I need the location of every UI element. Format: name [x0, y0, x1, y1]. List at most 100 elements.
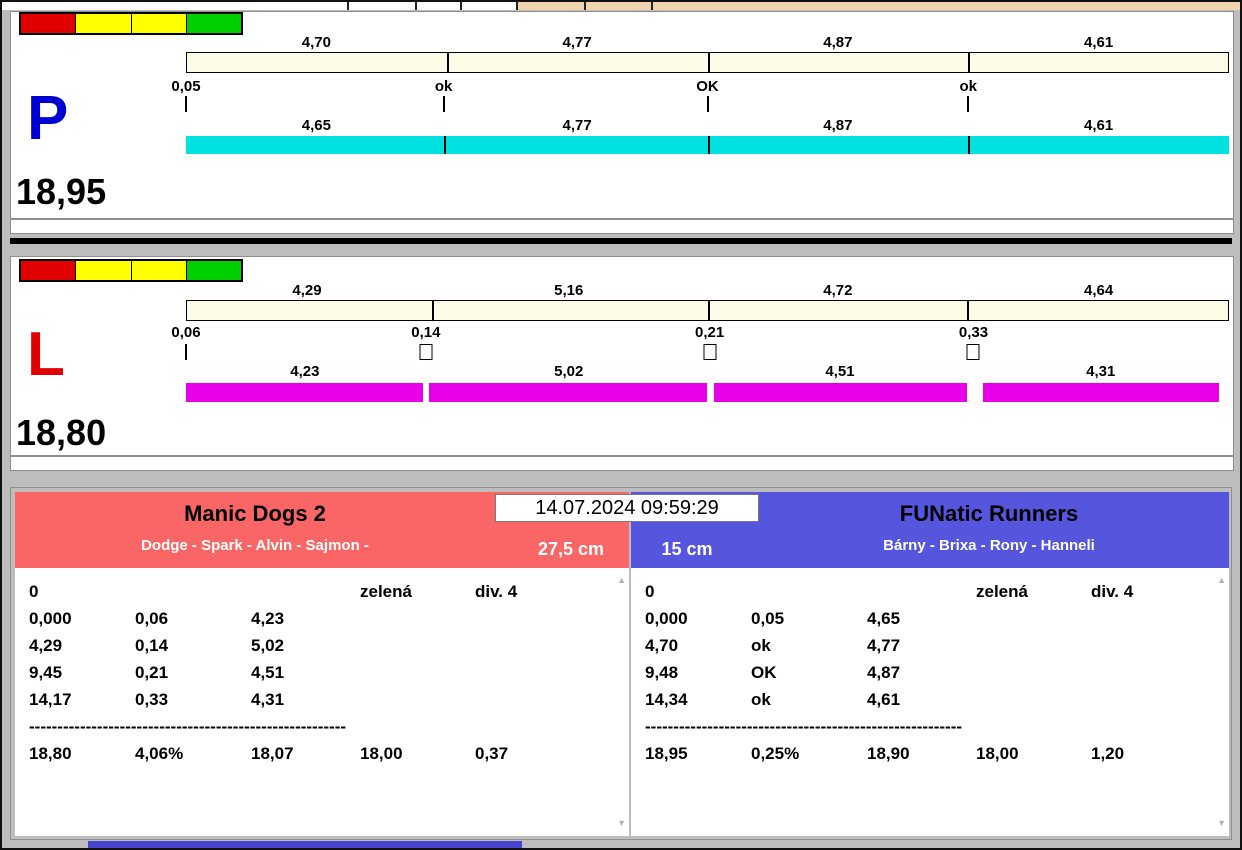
split-time-label: 4,65 — [301, 117, 331, 134]
lane-p-status-strip — [10, 219, 1234, 234]
lane-p-tick-marks — [185, 96, 1229, 113]
team-left-name: Manic Dogs 2 — [184, 501, 326, 526]
lane-l-bottom-split-labels: 4,23 5,02 4,51 4,31 — [186, 363, 1229, 380]
table-row: 14,17 0,33 4,31 — [15, 690, 629, 714]
dog-time: 4,77 — [867, 636, 901, 655]
checkbox-marker[interactable] — [419, 344, 433, 360]
table-row: 0 zelená div. 4 — [631, 582, 1229, 606]
light-yellow-1 — [76, 14, 131, 33]
split-time-label: 5,02 — [554, 363, 584, 380]
table-row: 0 zelená div. 4 — [15, 582, 629, 606]
table-row: 14,34 ok 4,61 — [631, 690, 1229, 714]
net-time: 18,07 — [251, 744, 294, 763]
split-time-label: 4,70 — [301, 34, 331, 51]
lane-p-bottom-split-labels: 4,65 4,77 4,87 4,61 — [186, 117, 1229, 134]
team-left-members: Dodge - Spark - Alvin - Sajmon - — [141, 537, 369, 554]
bar-divider — [707, 301, 710, 320]
table-row: 0,000 0,05 4,65 — [631, 609, 1229, 633]
lane-l-marker-labels: 0,06 0,14 0,21 0,33 — [171, 324, 1229, 341]
lane-l-total-time: 18,80 — [16, 412, 107, 453]
split-time-label: 4,64 — [1084, 282, 1114, 299]
cumulative-time: 9,45 — [29, 663, 63, 682]
lane-l-reference-bar — [186, 300, 1229, 321]
dog-time: 4,87 — [867, 663, 901, 682]
change-time: 0,05 — [751, 609, 785, 628]
light-red — [21, 14, 76, 33]
scroll-down-icon[interactable]: ▼ — [617, 819, 626, 828]
tick-mark — [706, 96, 709, 112]
dog-time: 4,61 — [867, 690, 901, 709]
table-row: 4,70 ok 4,77 — [631, 636, 1229, 660]
window-edge-tick — [347, 2, 349, 10]
tick-mark — [442, 96, 445, 112]
window-edge-tick — [584, 2, 586, 10]
marker-label: OK — [696, 78, 719, 95]
total-time: 18,95 — [645, 744, 688, 763]
light-yellow-2 — [131, 14, 186, 33]
split-time-label: 4,87 — [823, 117, 853, 134]
lane-divider — [10, 238, 1232, 244]
lane-p-reference-bar — [186, 52, 1229, 73]
change-time: 0,14 — [135, 636, 169, 655]
timestamp: 14.07.2024 09:59:29 — [495, 494, 759, 522]
marker-label: 0,06 — [171, 324, 201, 341]
change-time: ok — [751, 690, 771, 709]
time-diff: 0,37 — [475, 744, 509, 763]
division: div. 4 — [1091, 582, 1134, 601]
separator-row: ----------------------------------------… — [631, 717, 1229, 741]
separator-dashes: ----------------------------------------… — [29, 717, 347, 736]
light-red — [21, 261, 76, 280]
cumulative-time: 14,34 — [645, 690, 688, 709]
time-diff: 1,20 — [1091, 744, 1125, 763]
time-bar-segment — [713, 383, 968, 402]
start-lights-l — [19, 259, 243, 282]
bar-divider — [968, 136, 971, 154]
cumulative-time: 4,29 — [29, 636, 63, 655]
bar-divider — [967, 53, 970, 72]
split-time-label: 4,77 — [562, 117, 592, 134]
marker-label: 0,33 — [958, 324, 989, 341]
run-number: 0 — [29, 582, 39, 601]
dog-time: 5,02 — [251, 636, 285, 655]
window-edge-tick — [460, 2, 462, 10]
split-time-label: 4,29 — [292, 282, 322, 299]
checkbox-marker[interactable] — [703, 344, 717, 360]
time-bar-segment — [429, 383, 708, 402]
lane-p-top-split-labels: 4,70 4,77 4,87 4,61 — [186, 34, 1229, 51]
results-panel: Manic Dogs 2 Dodge - Spark - Alvin - Saj… — [10, 487, 1232, 840]
separator-dashes: ----------------------------------------… — [645, 717, 963, 736]
lane-p-letter: P — [27, 84, 69, 153]
light-green — [186, 261, 241, 280]
lane-p-total-time: 18,95 — [16, 171, 107, 212]
background-window-strip — [2, 2, 1240, 10]
cumulative-time: 0,000 — [29, 609, 72, 628]
cumulative-time: 0,000 — [645, 609, 688, 628]
dog-time: 4,51 — [251, 663, 285, 682]
tick-mark — [185, 344, 187, 360]
checkbox-marker[interactable] — [966, 344, 980, 360]
summary-row: 18,95 0,25% 18,90 18,00 1,20 — [631, 744, 1229, 768]
team-left-results-table[interactable]: 0 zelená div. 4 0,000 0,06 4,23 4,29 0,1… — [15, 568, 629, 836]
window-edge-tick — [516, 2, 518, 10]
time-bar-segment — [186, 383, 423, 402]
marker-label: ok — [434, 78, 453, 95]
percent-diff: 0,25% — [751, 744, 800, 763]
background-window-area — [516, 2, 1240, 10]
cumulative-time: 14,17 — [29, 690, 72, 709]
table-row: 0,000 0,06 4,23 — [15, 609, 629, 633]
split-time-label: 4,87 — [823, 34, 853, 51]
tick-mark — [185, 96, 187, 112]
start-lights-p — [19, 12, 243, 35]
scroll-up-icon[interactable]: ▲ — [617, 576, 626, 585]
split-time-label: 4,23 — [290, 363, 320, 380]
window-edge-tick — [415, 2, 417, 10]
scroll-up-icon[interactable]: ▲ — [1217, 576, 1226, 585]
team-right-results-table[interactable]: 0 zelená div. 4 0,000 0,05 4,65 4,70 ok … — [631, 568, 1229, 836]
light-green — [186, 14, 241, 33]
scroll-down-icon[interactable]: ▼ — [1217, 819, 1226, 828]
total-time: 18,80 — [29, 744, 72, 763]
marker-label: 0,05 — [171, 78, 201, 95]
summary-row: 18,80 4,06% 18,07 18,00 0,37 — [15, 744, 629, 768]
division: div. 4 — [475, 582, 518, 601]
window-edge-tick — [651, 2, 653, 10]
